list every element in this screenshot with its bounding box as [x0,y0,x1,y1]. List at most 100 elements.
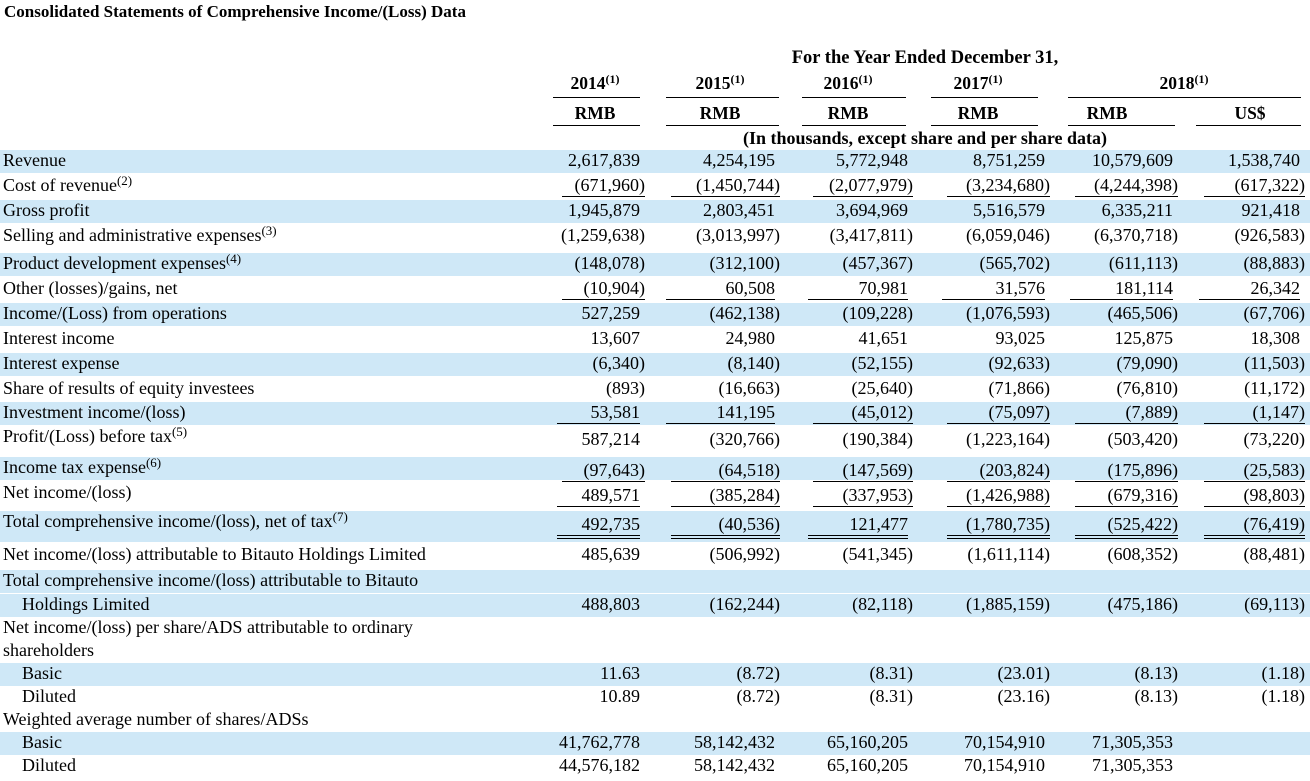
cell-value: (617,322) [1204,175,1305,197]
row-label-text: Revenue [3,150,66,170]
header-rule [1068,97,1301,98]
cell-value: (10,904) [562,278,645,300]
cell-value: (679,316) [1075,485,1178,507]
cell-value: (92,633) [988,353,1051,373]
cell-value: (203,824) [947,460,1050,482]
cell-value: (147,569) [813,460,913,482]
column-year-header: 2015(1) [660,73,780,94]
currency-rule [666,125,779,126]
cell-value: 488,803 [581,594,641,614]
cell-value: 58,142,432 [694,732,775,752]
cell-value: 65,160,205 [827,755,908,775]
cell-value: (312,100) [709,253,781,273]
table-row: Net income/(loss) attributable to Bitaut… [0,544,1310,568]
cell-value: 53,581 [557,402,640,424]
cell-value: (98,803) [1204,485,1305,507]
footnote-ref: (4) [225,251,242,266]
units-subheader: (In thousands, except share and per shar… [742,128,1108,148]
cell-value: 141,195 [666,402,775,424]
cell-value: (1,885,159) [966,594,1050,614]
row-label-text: Interest expense [3,353,120,373]
cell-value: (462,138) [709,303,781,323]
cell-value: 70,154,910 [964,732,1045,752]
column-year: 2015 [695,73,731,93]
cell-value: (11,503) [1244,353,1305,373]
page-title: Consolidated Statements of Comprehensive… [4,2,466,21]
column-currency: RMB [827,103,869,123]
table-row: Gross profit 1,945,879 2,803,451 3,694,969 5… [0,200,1310,223]
table-row: Basic 11.63 (8.72) (8.31) (23.01) (8.13) (1.18… [0,663,1310,686]
table-row: Investment income/(loss) 53,581 141,195 (45… [0,402,1310,425]
cell-value: (190,384) [842,429,914,449]
footnote-ref: (7) [332,509,348,524]
cell-value: (82,118) [852,594,913,614]
cell-value: (8,140) [727,353,781,373]
column-currency: RMB [699,103,741,123]
row-label: Basic [22,663,62,684]
row-label: Income tax expense(6) [3,456,161,478]
cell-value: 5,772,948 [836,150,908,170]
cell-value: (79,090) [1116,353,1179,373]
cell-value: (503,420) [1107,429,1179,449]
cell-value: (64,518) [671,460,780,482]
cell-value: (76,419) [1204,514,1305,539]
header-rule [802,97,906,98]
cell-value: (525,422) [1075,514,1178,539]
cell-value: (1,426,988) [947,485,1050,507]
cell-value: (611,113) [1108,253,1178,273]
cell-value: (175,896) [1075,460,1178,482]
cell-value: (8.13) [1134,686,1179,706]
cell-value: 31,576 [942,278,1045,300]
cell-value: (465,506) [1107,303,1179,323]
footnote-ref: (5) [171,424,188,439]
cell-value: 8,751,259 [973,150,1045,170]
cell-value: 10,579,609 [1092,150,1173,170]
cell-value: 93,025 [995,328,1046,348]
cell-value: (1,780,735) [947,514,1050,539]
cell-value: (162,244) [709,594,781,614]
cell-value: (541,345) [842,544,914,564]
footnote-ref: (1) [858,72,873,86]
cell-value: 70,981 [808,278,908,300]
table-row: Holdings Limited 488,803 (162,244) (82,118)… [0,594,1310,617]
cell-value: 1,945,879 [568,200,640,220]
row-label-text: Net income/(loss) per share/ADS attribut… [3,617,413,637]
cell-value: (69,113) [1244,594,1305,614]
cell-value: 41,651 [858,328,909,348]
cell-value: (320,766) [709,429,781,449]
cell-value: 125,875 [1114,328,1174,348]
row-label: Net income/(loss) attributable to Bitaut… [3,544,426,565]
cell-value: (52,155) [851,353,914,373]
cell-value: 44,576,182 [559,755,640,775]
currency-rule [931,125,1038,126]
cell-value: (2,077,979) [813,175,913,197]
column-year: 2017 [953,73,989,93]
cell-value: 492,735 [557,514,640,539]
cell-value: 70,154,910 [964,755,1045,775]
row-label: Total comprehensive income/(loss), net o… [3,509,348,532]
row-label-text: Cost of revenue [3,175,117,195]
row-label-text: Income/(Loss) from operations [3,303,227,323]
header-rule [931,97,1038,98]
cell-value: (1,450,744) [671,175,780,197]
cell-value: (1,259,638) [561,225,645,245]
cell-value: (1.18) [1261,686,1306,706]
cell-value: 5,516,579 [973,200,1045,220]
row-label-text: Selling and administrative expenses [3,225,262,245]
column-year-header: 2016(1) [788,73,908,94]
cell-value: (67,706) [1243,303,1306,323]
row-label: Other (losses)/gains, net [3,278,177,299]
row-label: Total comprehensive income/(loss) attrib… [3,570,418,591]
cell-value: (1,147) [1204,402,1305,424]
table-row: Other (losses)/gains, net (10,904) 60,508 7… [0,278,1310,301]
row-label-text: Basic [22,732,62,752]
header-rule [553,97,640,98]
table-row: Weighted average number of shares/ADSs [0,709,1310,732]
cell-value: 527,259 [581,303,641,323]
currency-rule [1068,125,1175,126]
column-currency: RMB [1086,103,1128,123]
cell-value: 41,762,778 [559,732,640,752]
cell-value: 10.89 [599,686,641,706]
table-row: Revenue 2,617,839 4,254,195 5,772,948 8,751,… [0,150,1310,173]
cell-value: (1,076,593) [966,303,1050,323]
